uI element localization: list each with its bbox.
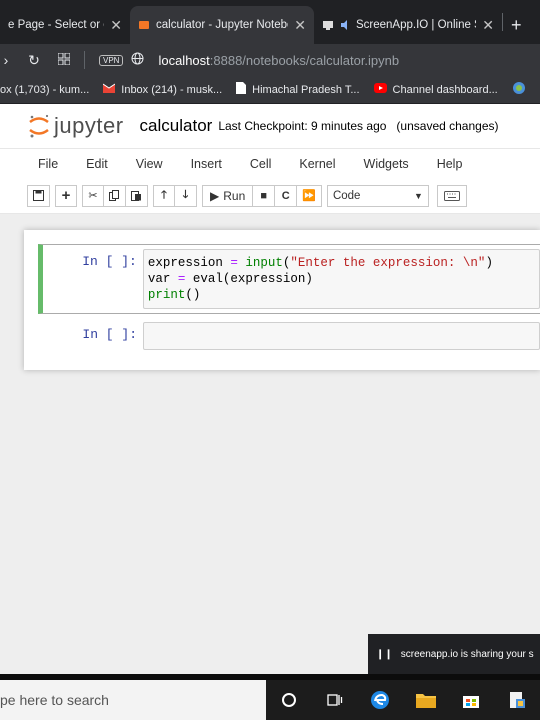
code-line: var = eval(expression) [147,272,313,286]
forward-icon[interactable]: › [0,52,12,68]
file-explorer-icon[interactable] [403,680,449,720]
menu-help[interactable]: Help [423,157,477,171]
play-icon: ▶ [210,188,220,203]
bookmark-label: ox (1,703) - kum... [0,83,90,96]
bookmark-item[interactable]: ox (1,703) - kum... [0,84,89,96]
close-icon[interactable]: ✕ [294,17,306,34]
cell-type-value: Code [332,189,361,202]
address-bar: › ↻ VPN localhost:8888/notebooks/calcula… [0,44,540,76]
menu-edit[interactable]: Edit [72,157,122,171]
app-icon[interactable] [494,680,540,720]
browser-tab-active[interactable]: calculator - Jupyter Notebo ✕ [130,6,314,44]
store-icon[interactable] [449,680,495,720]
reload-icon[interactable]: ↻ [22,52,46,69]
screen-share-notification: ❙❙ screenapp.io is sharing your s [368,634,540,674]
bookmark-item[interactable]: Channel dashboard... [373,83,498,96]
move-down-icon[interactable]: 🡓 [175,184,197,207]
menu-cell[interactable]: Cell [236,157,286,171]
edge-icon[interactable] [357,680,403,720]
close-icon[interactable]: ✕ [110,17,122,34]
code-editor-empty[interactable] [143,322,540,350]
code-editor[interactable]: expression = input("Enter the expression… [142,249,540,309]
move-up-icon[interactable]: 🡑 [153,184,175,207]
menu-file[interactable]: File [24,157,72,171]
tab-label: calculator - Jupyter Notebo [156,19,289,31]
bookmark-item[interactable]: Himachal Pradesh T... [236,82,360,97]
notebook-toolbar: + ✂ 🡑 🡓 ▶ Run ■ C ⏩ Code ▼ [0,178,540,214]
code-line: print() [147,288,201,302]
url-host: localhost [158,52,210,68]
restart-run-all-icon[interactable]: ⏩ [297,184,322,207]
notebook-name[interactable]: calculator [140,116,213,136]
menu-insert[interactable]: Insert [177,157,236,171]
cut-icon[interactable]: ✂ [82,184,104,207]
copy-icon[interactable] [104,184,126,207]
restart-icon[interactable]: C [275,184,298,207]
code-cell-selected[interactable]: In [ ]: expression = input("Enter the ex… [38,244,540,314]
gmail-icon [102,83,116,96]
checkpoint-status: Last Checkpoint: 9 minutes ago [218,119,387,133]
stop-icon[interactable]: ■ [253,184,276,207]
windows-taskbar: pe here to search [0,680,540,720]
menu-widgets[interactable]: Widgets [350,157,423,171]
bookmark-item[interactable]: Inbox (214) - musk... [102,83,223,96]
extension-icon[interactable] [512,81,526,98]
browser-tab[interactable]: e Page - Select or crea ✕ [0,6,130,44]
run-button[interactable]: ▶ Run [202,184,254,207]
browser-tab-strip: e Page - Select or crea ✕ calculator - J… [0,0,540,44]
pause-icon[interactable]: ❙❙ [376,649,393,660]
speed-dial-icon[interactable] [52,52,76,68]
notebook-container: In [ ]: expression = input("Enter the ex… [0,214,540,634]
paste-icon[interactable] [126,184,148,207]
jupyter-favicon-icon [138,19,150,31]
chevron-down-icon: ▼ [414,190,423,201]
jupyter-logo-icon [29,114,49,138]
add-cell-icon[interactable]: + [55,184,77,207]
bookmark-label: Himachal Pradesh T... [252,83,360,96]
notebook-menu-bar: File Edit View Insert Cell Kernel Widget… [0,148,540,178]
save-icon[interactable] [27,184,50,207]
input-prompt: In [ ]: [82,327,137,342]
cell-type-select[interactable]: Code ▼ [326,184,429,207]
keyboard-icon[interactable] [436,184,467,207]
speaker-icon[interactable] [340,19,352,31]
globe-icon [131,52,144,68]
document-icon [236,82,247,97]
close-icon[interactable]: ✕ [482,17,494,34]
jupyter-logo-text: jupyter [54,113,124,138]
menu-kernel[interactable]: Kernel [285,157,349,171]
notebook-panel: In [ ]: expression = input("Enter the ex… [24,230,540,370]
browser-tab[interactable]: ScreenApp.IO | Online S ✕ [314,6,502,44]
search-placeholder: pe here to search [0,692,109,708]
bookmark-label: Channel dashboard... [392,83,498,96]
bookmarks-bar: ox (1,703) - kum... Inbox (214) - musk..… [0,76,540,104]
input-prompt: In [ ]: [82,254,137,269]
cortana-icon[interactable] [266,680,312,720]
new-tab-button[interactable]: + [503,6,530,44]
address-separator [84,51,85,69]
bookmark-label: Inbox (214) - musk... [121,83,223,96]
menu-view[interactable]: View [122,157,177,171]
code-line: expression = input("Enter the expression… [147,256,493,270]
jupyter-logo[interactable]: jupyter [28,113,124,139]
run-label: Run [223,188,246,203]
tab-label: ScreenApp.IO | Online S [356,19,477,31]
youtube-icon [373,83,387,96]
url-field[interactable]: localhost:8888/notebooks/calculator.ipyn… [158,53,399,68]
taskbar-search-input[interactable]: pe here to search [0,680,267,720]
tab-label: e Page - Select or crea [8,19,104,31]
task-view-icon[interactable] [312,680,358,720]
unsaved-status: (unsaved changes) [396,119,499,133]
url-path: :8888/notebooks/calculator.ipynb [209,52,400,68]
share-text: screenapp.io is sharing your s [400,648,534,660]
vpn-badge[interactable]: VPN [99,54,124,66]
code-cell[interactable]: In [ ]: [43,318,540,354]
screenapp-favicon-icon [322,19,334,31]
jupyter-header: jupyter calculator Last Checkpoint: 9 mi… [0,104,540,148]
